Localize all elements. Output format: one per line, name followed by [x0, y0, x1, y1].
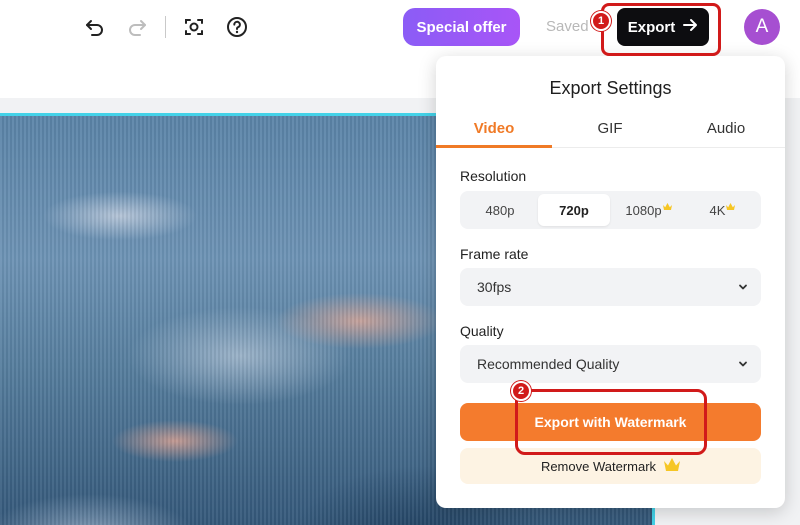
watermark-highlight-box	[515, 389, 707, 455]
resolution-option-720p[interactable]: 720p	[538, 194, 610, 226]
export-highlight-box	[601, 3, 721, 56]
quality-select[interactable]: Recommended Quality	[460, 345, 761, 383]
frame-rate-label: Frame rate	[460, 246, 529, 262]
help-icon[interactable]	[224, 14, 250, 40]
frame-rate-select[interactable]: 30fps	[460, 268, 761, 306]
panel-title: Export Settings	[549, 78, 672, 98]
redo-icon[interactable]	[124, 14, 150, 40]
callout-badge-2: 2	[511, 381, 531, 401]
chevron-down-icon	[737, 280, 749, 296]
resolution-selector: 480p 720p 1080p 4K	[460, 191, 761, 229]
remove-watermark-label: Remove Watermark	[540, 458, 657, 474]
resolution-option-label: 1080p	[625, 202, 662, 218]
tab-video[interactable]: Video	[436, 116, 552, 148]
callout-badge-1: 1	[591, 11, 611, 31]
crown-icon	[664, 458, 681, 474]
toolbar-divider	[165, 16, 166, 38]
resolution-option-480p[interactable]: 480p	[464, 194, 536, 226]
special-offer-button[interactable]: Special offer	[403, 8, 520, 46]
export-format-tabs: Video GIF Audio	[436, 116, 785, 148]
resolution-option-4k[interactable]: 4K	[686, 194, 758, 226]
chevron-down-icon	[737, 357, 749, 373]
resolution-option-label: 4K	[709, 202, 726, 218]
avatar[interactable]: A	[744, 9, 780, 45]
resolution-label: Resolution	[460, 168, 527, 184]
saved-status: Saved	[546, 18, 589, 35]
quality-label: Quality	[460, 323, 504, 339]
crown-icon	[726, 198, 736, 213]
tab-gif[interactable]: GIF	[552, 116, 668, 148]
crown-icon	[662, 198, 672, 213]
frame-rate-value: 30fps	[477, 279, 512, 295]
tab-audio[interactable]: Audio	[668, 116, 784, 148]
screen-capture-icon[interactable]	[181, 14, 207, 40]
quality-value: Recommended Quality	[477, 356, 620, 372]
resolution-option-1080p[interactable]: 1080p	[612, 194, 684, 226]
undo-icon[interactable]	[82, 14, 108, 40]
